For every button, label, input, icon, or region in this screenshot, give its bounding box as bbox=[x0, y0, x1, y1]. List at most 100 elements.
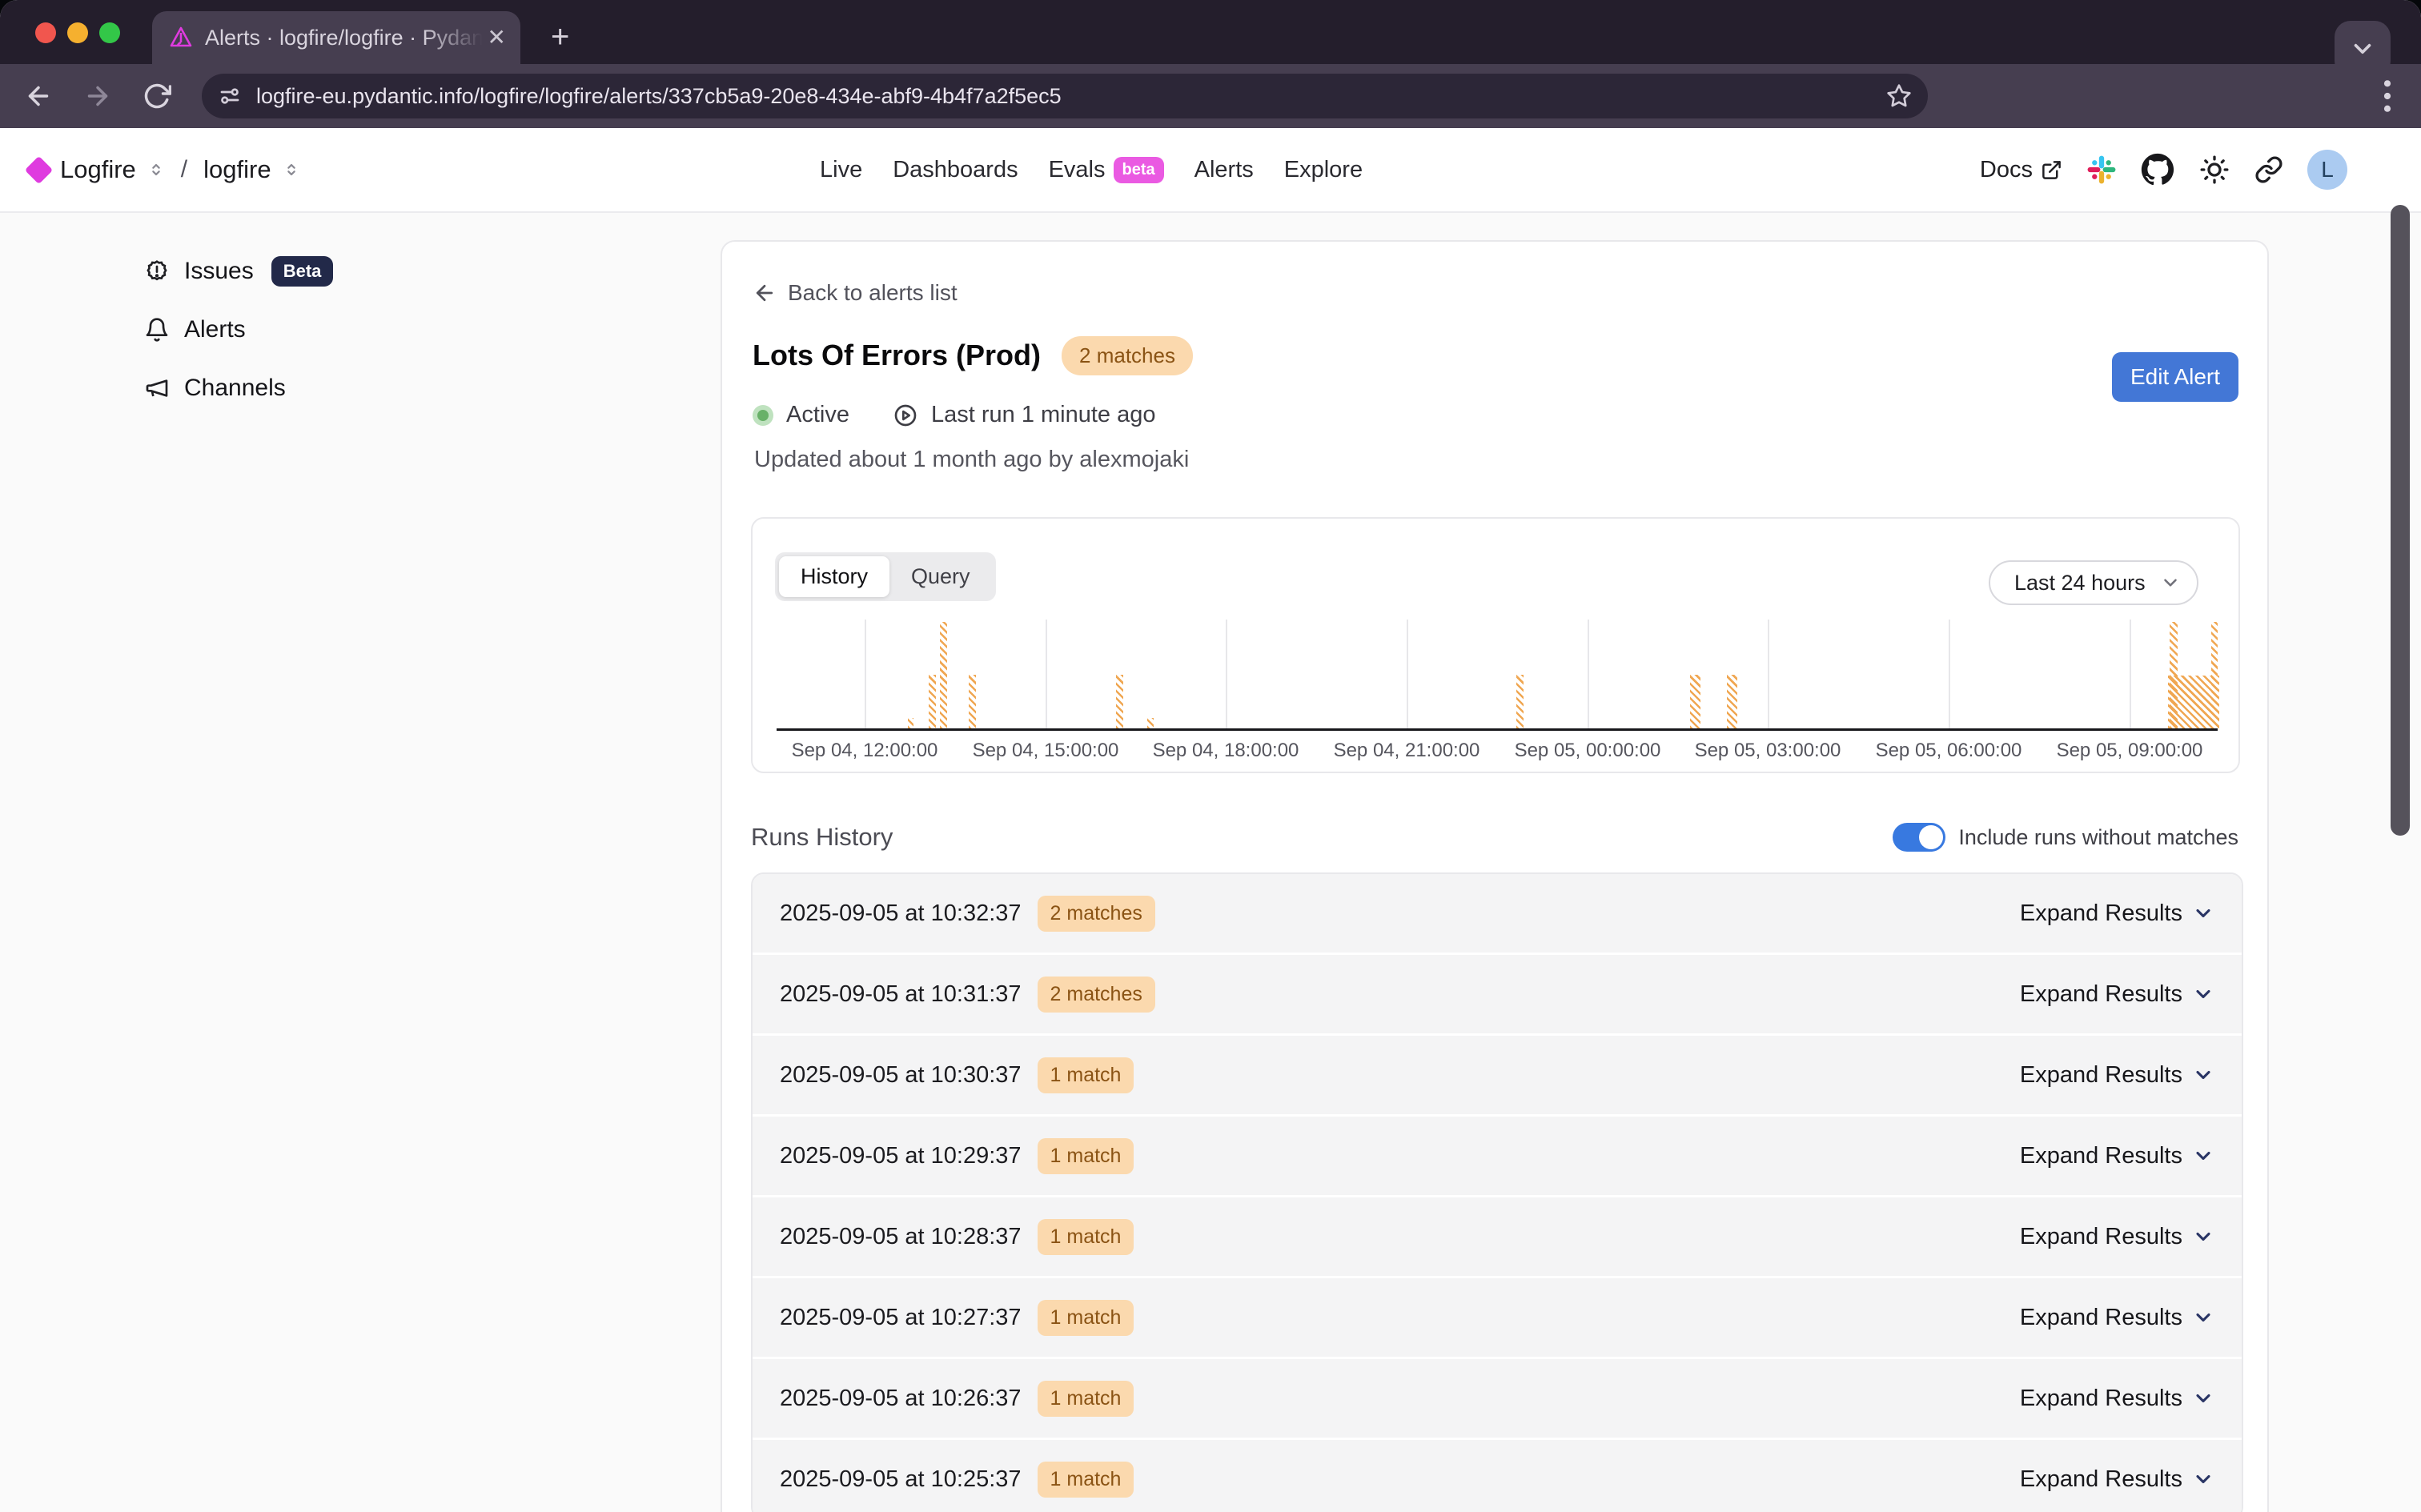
slack-icon bbox=[2086, 154, 2117, 185]
github-link[interactable] bbox=[2141, 153, 2174, 186]
chart-gridline bbox=[1407, 620, 1408, 728]
bookmark-star-icon[interactable] bbox=[1886, 83, 1912, 109]
browser-window: Alerts · logfire/logfire · Pydant ✕ + lo… bbox=[0, 0, 2421, 1512]
site-settings-icon[interactable] bbox=[218, 84, 242, 108]
expand-results-button[interactable]: Expand Results bbox=[2020, 900, 2214, 927]
chart-bar bbox=[2211, 622, 2218, 728]
chart-bar bbox=[1727, 675, 1737, 728]
chart-gridline bbox=[1768, 620, 1769, 728]
browser-forward-button[interactable] bbox=[83, 82, 112, 110]
run-row: 2025-09-05 at 10:25:37 1 match Expand Re… bbox=[753, 1440, 2242, 1512]
browser-back-button[interactable] bbox=[24, 82, 53, 110]
arrow-left-icon bbox=[753, 281, 777, 305]
run-match-badge: 2 matches bbox=[1038, 896, 1155, 932]
run-row: 2025-09-05 at 10:31:37 2 matches Expand … bbox=[753, 955, 2242, 1033]
expand-results-button[interactable]: Expand Results bbox=[2020, 1466, 2214, 1493]
run-match-badge: 1 match bbox=[1038, 1219, 1134, 1255]
browser-reload-button[interactable] bbox=[143, 82, 171, 110]
chevron-down-icon bbox=[2349, 35, 2376, 62]
time-range-select[interactable]: Last 24 hours bbox=[1989, 560, 2198, 605]
arrow-left-icon bbox=[24, 82, 53, 110]
external-link-icon bbox=[2041, 159, 2062, 181]
run-timestamp: 2025-09-05 at 10:31:37 bbox=[780, 981, 1022, 1008]
tab-history[interactable]: History bbox=[779, 556, 889, 597]
expand-results-button[interactable]: Expand Results bbox=[2020, 1143, 2214, 1169]
new-tab-button[interactable]: + bbox=[551, 21, 569, 53]
window-zoom-button[interactable] bbox=[99, 22, 120, 43]
nav-dashboards[interactable]: Dashboards bbox=[893, 157, 1018, 183]
run-match-badge: 1 match bbox=[1038, 1057, 1134, 1093]
chart-bar bbox=[940, 622, 947, 728]
chevron-down-icon bbox=[2192, 1064, 2214, 1086]
nav-explore[interactable]: Explore bbox=[1284, 157, 1363, 183]
org-selector-icon[interactable] bbox=[147, 158, 165, 182]
chart-gridline bbox=[1949, 620, 1950, 728]
expand-results-button[interactable]: Expand Results bbox=[2020, 981, 2214, 1008]
sidebar-item-alerts[interactable]: Alerts bbox=[144, 311, 333, 348]
tab-close-icon[interactable]: ✕ bbox=[488, 26, 506, 49]
run-row: 2025-09-05 at 10:32:37 2 matches Expand … bbox=[753, 874, 2242, 953]
run-match-badge: 1 match bbox=[1038, 1138, 1134, 1174]
issue-seal-icon bbox=[144, 259, 170, 284]
expand-results-button[interactable]: Expand Results bbox=[2020, 1386, 2214, 1412]
bell-icon bbox=[144, 317, 170, 343]
tab-title: Alerts · logfire/logfire · Pydant bbox=[205, 26, 483, 50]
window-minimize-button[interactable] bbox=[67, 22, 88, 43]
header-actions: Docs bbox=[1980, 128, 2347, 211]
expand-results-button[interactable]: Expand Results bbox=[2020, 1062, 2214, 1089]
chart-gridline bbox=[1046, 620, 1047, 728]
chart-gridline bbox=[2130, 620, 2131, 728]
run-timestamp: 2025-09-05 at 10:32:37 bbox=[780, 900, 1022, 927]
user-avatar[interactable]: L bbox=[2307, 150, 2347, 190]
chevron-down-icon bbox=[2192, 983, 2214, 1005]
expand-results-button[interactable]: Expand Results bbox=[2020, 1224, 2214, 1250]
runs-history-header: Runs History Include runs without matche… bbox=[751, 823, 2238, 852]
back-to-alerts-link[interactable]: Back to alerts list bbox=[753, 280, 958, 306]
org-name[interactable]: Logfire bbox=[60, 155, 136, 184]
app-header: Logfire / logfire Live Dashboards Evalsb… bbox=[0, 128, 2421, 213]
match-history-chart[interactable] bbox=[777, 620, 2218, 731]
updated-by-text: Updated about 1 month ago by alexmojaki bbox=[754, 447, 1189, 473]
chevron-down-icon bbox=[2160, 572, 2181, 593]
chart-bar bbox=[929, 675, 936, 728]
chart-gridline bbox=[1226, 620, 1227, 728]
arrow-right-icon bbox=[83, 82, 112, 110]
run-timestamp: 2025-09-05 at 10:30:37 bbox=[780, 1062, 1022, 1089]
nav-live[interactable]: Live bbox=[820, 157, 862, 183]
run-timestamp: 2025-09-05 at 10:26:37 bbox=[780, 1386, 1022, 1412]
chevron-down-icon bbox=[2192, 1306, 2214, 1329]
run-row: 2025-09-05 at 10:27:37 1 match Expand Re… bbox=[753, 1278, 2242, 1357]
browser-toolbar: logfire-eu.pydantic.info/logfire/logfire… bbox=[0, 64, 2421, 128]
nav-alerts[interactable]: Alerts bbox=[1194, 157, 1254, 183]
include-runs-toggle[interactable] bbox=[1893, 823, 1945, 852]
page-scrollbar-thumb[interactable] bbox=[2391, 205, 2410, 836]
kebab-menu-icon bbox=[2383, 78, 2391, 114]
slack-link[interactable] bbox=[2086, 154, 2117, 185]
docs-link[interactable]: Docs bbox=[1980, 157, 2062, 183]
window-close-button[interactable] bbox=[35, 22, 56, 43]
project-selector-icon[interactable] bbox=[283, 158, 300, 182]
url-text[interactable]: logfire-eu.pydantic.info/logfire/logfire… bbox=[256, 84, 1886, 109]
edit-alert-button[interactable]: Edit Alert bbox=[2112, 352, 2238, 402]
sidebar-item-channels[interactable]: Channels bbox=[144, 370, 333, 407]
history-panel: History Query Last 24 hours Sep 04, 12:0… bbox=[751, 517, 2240, 773]
megaphone-icon bbox=[144, 375, 170, 401]
nav-evals[interactable]: Evalsbeta bbox=[1049, 157, 1164, 183]
expand-results-button[interactable]: Expand Results bbox=[2020, 1305, 2214, 1331]
url-bar[interactable]: logfire-eu.pydantic.info/logfire/logfire… bbox=[202, 74, 1928, 118]
run-timestamp: 2025-09-05 at 10:27:37 bbox=[780, 1305, 1022, 1331]
tab-query[interactable]: Query bbox=[889, 556, 992, 597]
chevron-down-icon bbox=[2192, 1145, 2214, 1167]
chart-tick-label: Sep 05, 09:00:00 bbox=[2018, 740, 2242, 762]
share-link-button[interactable] bbox=[2254, 155, 2283, 184]
project-name[interactable]: logfire bbox=[203, 155, 271, 184]
sidebar-item-issues[interactable]: Issues Beta bbox=[144, 253, 333, 290]
theme-toggle[interactable] bbox=[2198, 154, 2230, 186]
chevron-down-icon bbox=[2192, 1225, 2214, 1248]
include-runs-toggle-group: Include runs without matches bbox=[1893, 823, 2238, 852]
play-circle-icon bbox=[893, 403, 918, 428]
chart-bar bbox=[1116, 675, 1123, 728]
browser-tab[interactable]: Alerts · logfire/logfire · Pydant ✕ bbox=[152, 11, 520, 64]
main-nav: Live Dashboards Evalsbeta Alerts Explore bbox=[820, 128, 1363, 211]
browser-menu-button[interactable] bbox=[2371, 75, 2403, 117]
